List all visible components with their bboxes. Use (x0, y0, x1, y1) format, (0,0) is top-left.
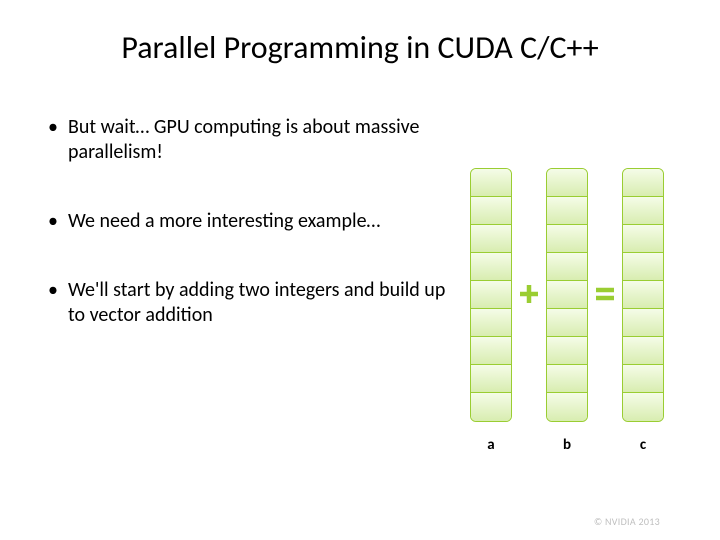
vector-cell (471, 309, 511, 337)
vector-cell (623, 365, 663, 393)
vector-cell (547, 365, 587, 393)
vector-label-b: b (563, 436, 571, 454)
vector-cell (623, 197, 663, 225)
vector-a-group: a (470, 168, 512, 454)
vector-cell (547, 225, 587, 253)
vector-cell (547, 337, 587, 365)
vector-cell (471, 169, 511, 197)
vector-cell (623, 309, 663, 337)
bullet-item: We'll start by adding two integers and b… (48, 278, 448, 328)
vector-c (622, 168, 664, 422)
vector-cell (623, 393, 663, 421)
vector-cell (547, 169, 587, 197)
vector-cell (547, 393, 587, 421)
vector-cell (547, 281, 587, 309)
vector-cell (623, 169, 663, 197)
slide-title: Parallel Programming in CUDA C/C++ (0, 28, 720, 67)
bullet-list: But wait… GPU computing is about massive… (48, 115, 448, 372)
vector-cell (623, 281, 663, 309)
vector-cell (471, 337, 511, 365)
plus-icon (512, 168, 546, 420)
vector-label-a: a (487, 436, 494, 454)
vector-cell (471, 365, 511, 393)
vector-diagram: a b (470, 168, 700, 458)
vector-cell (471, 197, 511, 225)
vector-cell (547, 253, 587, 281)
vector-cell (623, 253, 663, 281)
copyright-footer: © NVIDIA 2013 (594, 515, 660, 528)
vector-cell (471, 253, 511, 281)
bullet-item: We need a more interesting example… (48, 209, 448, 234)
vector-b (546, 168, 588, 422)
vector-label-c: c (640, 436, 646, 454)
vector-cell (547, 309, 587, 337)
vector-cell (471, 393, 511, 421)
vector-cell (471, 281, 511, 309)
equals-icon (588, 168, 622, 420)
vector-a (470, 168, 512, 422)
vector-c-group: c (622, 168, 664, 454)
vector-b-group: b (546, 168, 588, 454)
vector-cell (547, 197, 587, 225)
vector-cell (471, 225, 511, 253)
vector-cell (623, 225, 663, 253)
vector-cell (623, 337, 663, 365)
bullet-item: But wait… GPU computing is about massive… (48, 115, 448, 165)
